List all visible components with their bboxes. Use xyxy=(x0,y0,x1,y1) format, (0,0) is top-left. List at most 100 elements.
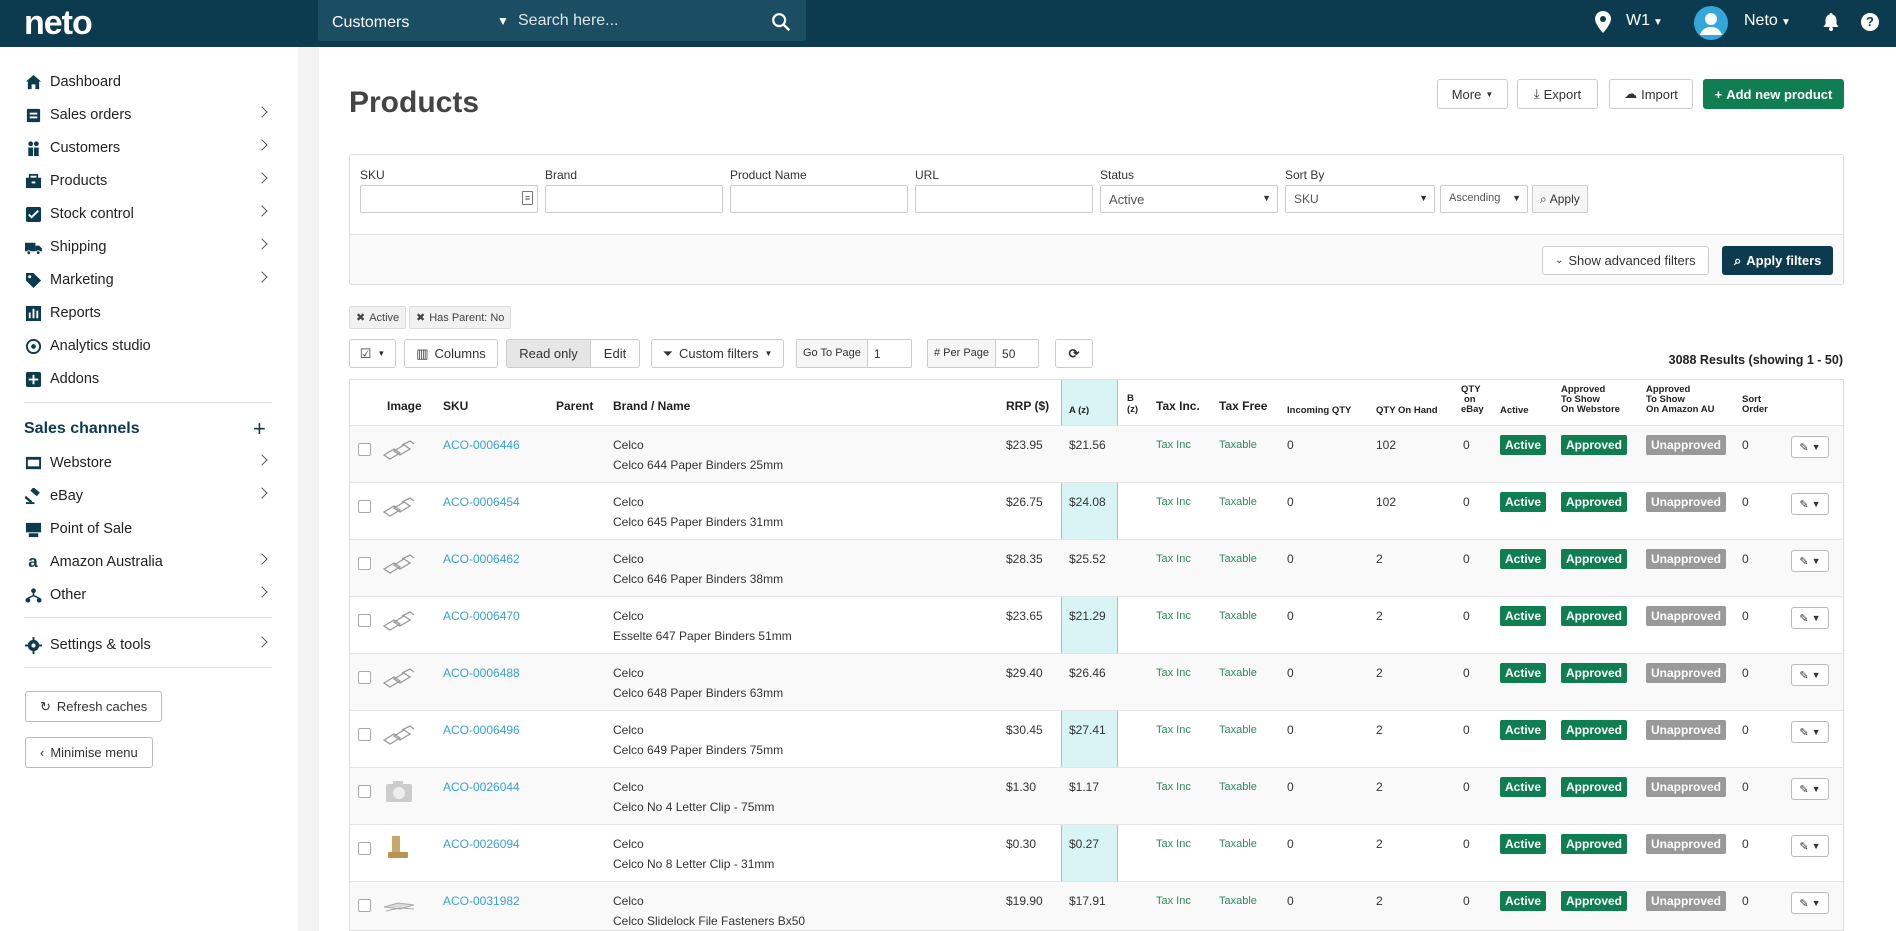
table-row[interactable]: ACO-0006462 Celco Celco 646 Paper Binders … xyxy=(350,539,1843,596)
row-checkbox[interactable] xyxy=(358,614,371,627)
product-name-filter-input[interactable] xyxy=(730,185,908,213)
user-menu[interactable]: Neto xyxy=(1744,12,1778,30)
sidebar-item-marketing[interactable]: Marketing xyxy=(24,268,272,292)
sidebar-item-shipping[interactable]: Shipping xyxy=(24,235,272,259)
sku-link[interactable]: ACO-0031982 xyxy=(443,894,520,908)
table-row[interactable]: ACO-0026094 Celco Celco No 8 Letter Clip -… xyxy=(350,824,1843,881)
product-thumbnail[interactable] xyxy=(380,887,418,925)
sidebar-item-point-of-sale[interactable]: Point of Sale xyxy=(24,517,272,541)
user-avatar[interactable] xyxy=(1694,6,1728,40)
sidebar-item-amazon-australia[interactable]: a Amazon Australia xyxy=(24,550,272,574)
sidebar-item-sales-orders[interactable]: Sales orders xyxy=(24,103,272,127)
show-advanced-filters-button[interactable]: ⌄ Show advanced filters xyxy=(1542,246,1709,275)
row-edit-button[interactable]: ✎ ▼ xyxy=(1791,664,1829,686)
sidebar-item-settings-tools[interactable]: Settings & tools xyxy=(24,633,272,657)
caret-down-icon[interactable]: ▼ xyxy=(497,14,509,28)
import-button[interactable]: ☁ Import xyxy=(1609,79,1693,109)
sku-link[interactable]: ACO-0006454 xyxy=(443,495,520,509)
product-thumbnail[interactable] xyxy=(380,830,418,868)
barcode-icon[interactable]: ≡ xyxy=(522,191,533,205)
header-parent[interactable]: Parent xyxy=(556,400,593,413)
row-checkbox[interactable] xyxy=(358,443,371,456)
apply-sort-button[interactable]: ⌕ Apply xyxy=(1532,185,1588,213)
bulk-select-button[interactable]: ☑ ▼ xyxy=(349,339,396,368)
custom-filters-button[interactable]: ⏷ Custom filters ▼ xyxy=(651,339,784,368)
table-row[interactable]: ACO-0006446 Celco Celco 644 Paper Binders … xyxy=(350,425,1843,482)
header-sku[interactable]: SKU xyxy=(443,400,468,413)
sidebar-item-webstore[interactable]: Webstore xyxy=(24,451,272,475)
product-thumbnail[interactable] xyxy=(380,545,418,583)
row-checkbox[interactable] xyxy=(358,842,371,855)
sort-by-select[interactable]: SKU ▼ xyxy=(1285,185,1435,213)
sidebar-item-analytics-studio[interactable]: Analytics studio xyxy=(24,334,272,358)
table-row[interactable]: ACO-0006454 Celco Celco 645 Paper Binders … xyxy=(350,482,1843,539)
table-row[interactable]: ACO-0026044 Celco Celco No 4 Letter Clip -… xyxy=(350,767,1843,824)
sidebar-item-reports[interactable]: Reports xyxy=(24,301,272,325)
neto-logo[interactable]: neto xyxy=(24,4,93,43)
bell-icon[interactable] xyxy=(1823,13,1839,31)
sku-link[interactable]: ACO-0026094 xyxy=(443,837,520,851)
sort-order-select[interactable]: Ascending ▼ xyxy=(1440,185,1528,213)
row-edit-button[interactable]: ✎ ▼ xyxy=(1791,721,1829,743)
sidebar-item-addons[interactable]: Addons xyxy=(24,367,272,391)
sidebar-item-ebay[interactable]: eBay xyxy=(24,484,272,508)
sku-link[interactable]: ACO-0006446 xyxy=(443,438,520,452)
header-rrp[interactable]: RRP ($) xyxy=(1006,400,1049,413)
header-price-a[interactable]: A (z) xyxy=(1069,406,1089,416)
url-filter-input[interactable] xyxy=(915,185,1093,213)
refresh-button[interactable]: ⟳ xyxy=(1055,339,1093,368)
row-edit-button[interactable]: ✎ ▼ xyxy=(1791,550,1829,572)
export-button[interactable]: ⤓ Export xyxy=(1517,79,1598,109)
sku-link[interactable]: ACO-0006496 xyxy=(443,723,520,737)
sku-link[interactable]: ACO-0006470 xyxy=(443,609,520,623)
filter-chip-has-parent[interactable]: ✖ Has Parent: No xyxy=(409,306,512,329)
table-row[interactable]: ACO-0006470 Celco Esselte 647 Paper Binder… xyxy=(350,596,1843,653)
sidebar-item-stock-control[interactable]: Stock control xyxy=(24,202,272,226)
header-brand-name[interactable]: Brand / Name xyxy=(613,400,690,413)
row-edit-button[interactable]: ✎ ▼ xyxy=(1791,778,1829,800)
location-select[interactable]: W1 xyxy=(1626,12,1650,30)
header-tax-inc[interactable]: Tax Inc. xyxy=(1156,400,1200,413)
row-edit-button[interactable]: ✎ ▼ xyxy=(1791,835,1829,857)
header-tax-free[interactable]: Tax Free xyxy=(1219,400,1267,413)
user-caret-icon[interactable]: ▼ xyxy=(1781,17,1791,28)
table-row[interactable]: ACO-0006496 Celco Celco 649 Paper Binders … xyxy=(350,710,1843,767)
search-icon[interactable] xyxy=(770,11,792,33)
product-thumbnail[interactable] xyxy=(380,716,418,754)
product-thumbnail[interactable] xyxy=(380,602,418,640)
row-checkbox[interactable] xyxy=(358,500,371,513)
row-checkbox[interactable] xyxy=(358,899,371,912)
per-page-input[interactable]: 50 xyxy=(996,347,1015,361)
columns-button[interactable]: ▥ Columns xyxy=(404,339,498,368)
location-caret-icon[interactable]: ▼ xyxy=(1653,17,1663,28)
sidebar-item-other[interactable]: Other xyxy=(24,583,272,607)
header-active[interactable]: Active xyxy=(1500,406,1529,416)
refresh-caches-button[interactable]: ↻ Refresh caches xyxy=(25,691,163,722)
row-checkbox[interactable] xyxy=(358,557,371,570)
product-thumbnail[interactable] xyxy=(380,488,418,526)
location-pin-icon[interactable] xyxy=(1595,11,1611,33)
row-edit-button[interactable]: ✎ ▼ xyxy=(1791,493,1829,515)
go-to-page-input[interactable]: 1 xyxy=(868,347,881,361)
add-channel-icon[interactable]: + xyxy=(253,416,266,442)
sidebar-item-dashboard[interactable]: Dashboard xyxy=(24,70,272,94)
help-icon[interactable]: ? xyxy=(1861,13,1879,31)
sku-link[interactable]: ACO-0006462 xyxy=(443,552,520,566)
product-thumbnail[interactable] xyxy=(380,431,418,469)
header-qty-on-hand[interactable]: QTY On Hand xyxy=(1376,406,1438,416)
table-row[interactable]: ACO-0031982 Celco Celco Slidelock File Fas… xyxy=(350,881,1843,930)
product-thumbnail[interactable] xyxy=(380,773,418,811)
brand-filter-input[interactable] xyxy=(545,185,723,213)
header-price-b[interactable]: B xyxy=(1127,394,1134,404)
add-new-product-button[interactable]: + Add new product xyxy=(1703,79,1844,109)
row-edit-button[interactable]: ✎ ▼ xyxy=(1791,436,1829,458)
sku-link[interactable]: ACO-0006488 xyxy=(443,666,520,680)
more-button[interactable]: More ▼ xyxy=(1437,79,1508,109)
row-checkbox[interactable] xyxy=(358,671,371,684)
minimise-menu-button[interactable]: ‹ Minimise menu xyxy=(25,737,153,768)
search-input[interactable] xyxy=(518,6,768,36)
header-incoming-qty[interactable]: Incoming QTY xyxy=(1287,406,1351,416)
status-select[interactable]: Active ▼ xyxy=(1100,185,1278,213)
close-icon[interactable]: ✖ xyxy=(356,311,365,324)
row-edit-button[interactable]: ✎ ▼ xyxy=(1791,607,1829,629)
